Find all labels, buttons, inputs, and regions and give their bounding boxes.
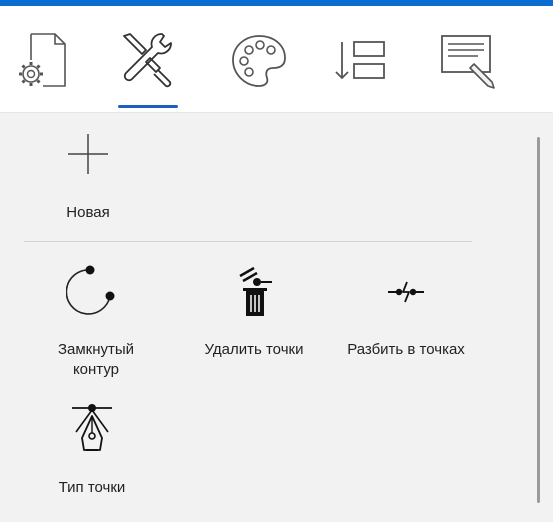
closed-path-label: Замкнутый контур — [57, 341, 135, 378]
text-edit-icon — [441, 35, 495, 89]
ribbon-tab-strip — [0, 6, 553, 112]
panel-scrollbar[interactable] — [535, 137, 541, 507]
point-type-button[interactable]: Тип точки — [42, 398, 142, 498]
split-path-icon — [388, 281, 424, 303]
closed-path-button[interactable]: Замкнутый контур — [36, 262, 156, 380]
section-divider — [24, 241, 472, 242]
pen-point-type-icon — [72, 404, 112, 451]
plus-icon — [68, 134, 108, 174]
new-path-label: Новая — [66, 204, 110, 221]
point-type-label: Тип точки — [58, 479, 126, 496]
sort-order-icon — [335, 41, 385, 80]
tab-arrange[interactable] — [325, 28, 395, 98]
tab-tools[interactable] — [113, 28, 183, 98]
closed-path-icon — [66, 265, 115, 315]
split-path-button[interactable]: Разбить в точках — [336, 262, 476, 360]
panel-top-edge — [0, 112, 553, 113]
selected-tab-indicator — [118, 105, 178, 108]
delete-points-button[interactable]: Удалить точки — [186, 262, 322, 360]
page-settings-icon — [19, 33, 66, 87]
split-path-label: Разбить в точках — [347, 341, 465, 358]
scrollbar-thumb[interactable] — [537, 137, 540, 503]
tools-icon — [123, 33, 172, 88]
delete-points-label: Удалить точки — [204, 341, 304, 358]
tab-text[interactable] — [431, 28, 501, 98]
new-path-button[interactable]: Новая — [48, 130, 128, 223]
palette-icon — [232, 35, 286, 87]
tab-page-settings[interactable] — [6, 28, 76, 98]
tab-palette[interactable] — [224, 28, 294, 98]
delete-points-icon — [239, 266, 272, 316]
